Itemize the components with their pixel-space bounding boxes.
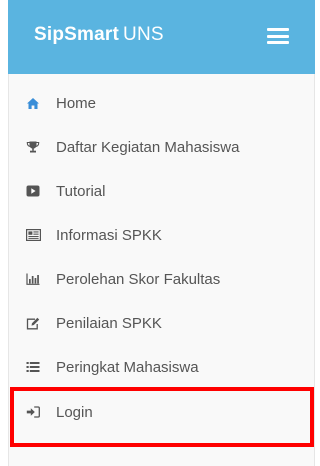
bar-chart-icon	[25, 271, 41, 287]
menu-item-tutorial[interactable]: Tutorial	[8, 169, 315, 213]
menu-item-label: Login	[56, 403, 93, 421]
menu-item-perolehan-skor[interactable]: Perolehan Skor Fakultas	[8, 257, 315, 301]
menu-item-login[interactable]: Login	[8, 390, 315, 434]
sign-in-icon	[25, 404, 41, 420]
edit-icon	[25, 315, 41, 331]
hamburger-bar	[267, 28, 289, 31]
menu-item-label: Daftar Kegiatan Mahasiswa	[56, 138, 240, 156]
brand-logo[interactable]: SipSmart UNS	[34, 24, 164, 46]
list-icon	[25, 359, 41, 375]
home-icon	[25, 95, 41, 111]
menu-item-peringkat-mahasiswa[interactable]: Peringkat Mahasiswa	[8, 345, 315, 389]
app-window: SipSmart UNS Home Daftar Kegiatan Mahasi…	[0, 0, 315, 466]
menu-item-informasi-spkk[interactable]: Informasi SPKK	[8, 213, 315, 257]
menu-item-label: Informasi SPKK	[56, 226, 162, 244]
menu-item-home[interactable]: Home	[8, 81, 315, 125]
newspaper-icon	[25, 227, 41, 243]
trophy-icon	[25, 139, 41, 155]
hamburger-bar	[267, 41, 289, 44]
brand-part-2: Smart	[64, 24, 120, 45]
brand-part-1: Sip	[34, 24, 65, 45]
hamburger-bar	[267, 34, 289, 38]
menu-item-label: Penilaian SPKK	[56, 314, 162, 332]
hamburger-menu-icon[interactable]	[267, 28, 289, 44]
menu-item-daftar-kegiatan[interactable]: Daftar Kegiatan Mahasiswa	[8, 125, 315, 169]
menu-item-label: Home	[56, 94, 97, 112]
menu-item-label: Peringkat Mahasiswa	[56, 358, 199, 376]
play-icon	[25, 183, 41, 199]
brand-part-3: UNS	[123, 24, 164, 45]
menu-item-label: Tutorial	[56, 182, 106, 200]
top-navbar: SipSmart UNS	[8, 0, 315, 74]
menu-item-label: Perolehan Skor Fakultas	[56, 270, 221, 288]
menu-item-penilaian-spkk[interactable]: Penilaian SPKK	[8, 301, 315, 345]
sidebar-menu: Home Daftar Kegiatan Mahasiswa Tutorial …	[8, 74, 315, 466]
